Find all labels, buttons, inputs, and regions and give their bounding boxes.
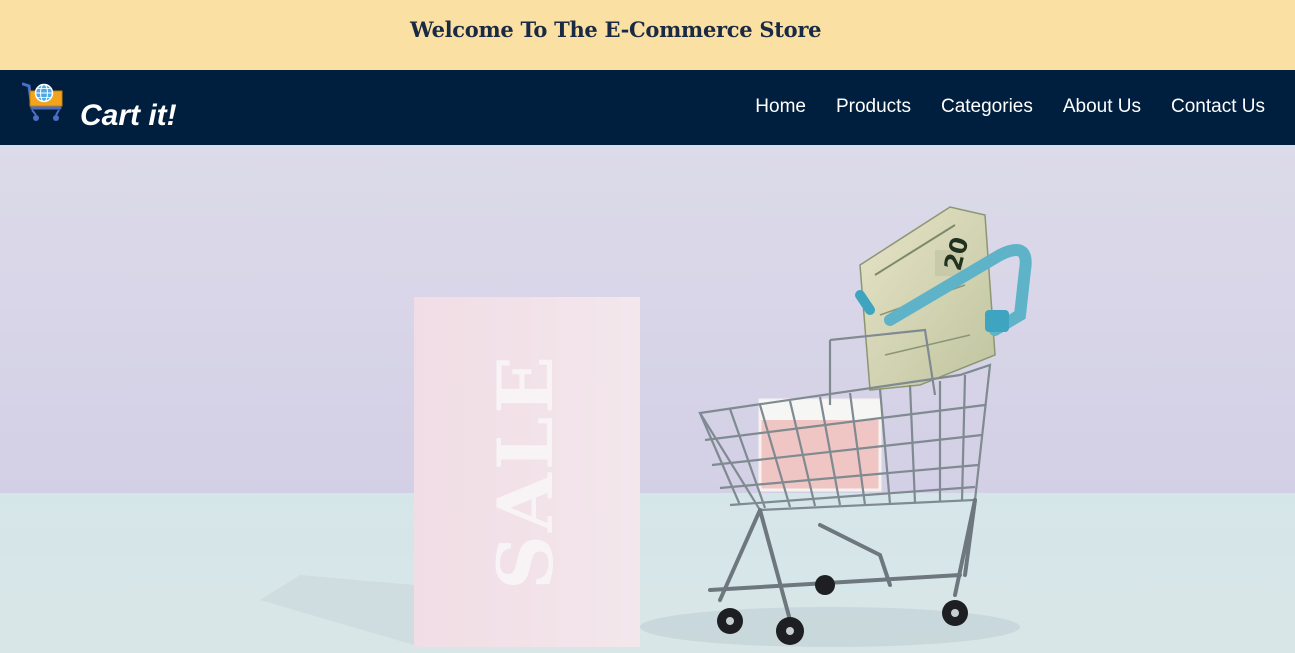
- sale-card: SALE: [414, 297, 640, 647]
- hero-illustration: SALE 20: [0, 145, 1295, 653]
- nav-links: Home Products Categories About Us Contac…: [755, 96, 1265, 118]
- nav-link-about-us[interactable]: About Us: [1063, 96, 1141, 118]
- nav-link-categories[interactable]: Categories: [941, 96, 1033, 118]
- brand-name[interactable]: Cart it!: [80, 99, 177, 133]
- welcome-banner: Welcome To The E-Commerce Store: [0, 0, 1295, 70]
- nav-link-home[interactable]: Home: [755, 96, 806, 118]
- welcome-title: Welcome To The E-Commerce Store: [410, 17, 822, 42]
- nav-link-contact-us[interactable]: Contact Us: [1171, 96, 1265, 118]
- main-navbar: Cart it! Home Products Categories About …: [0, 70, 1295, 145]
- hero-image: SALE 20: [0, 145, 1295, 653]
- sale-card-text: SALE: [481, 353, 570, 590]
- shopping-cart-globe-icon[interactable]: [22, 82, 68, 126]
- nav-link-products[interactable]: Products: [836, 96, 911, 118]
